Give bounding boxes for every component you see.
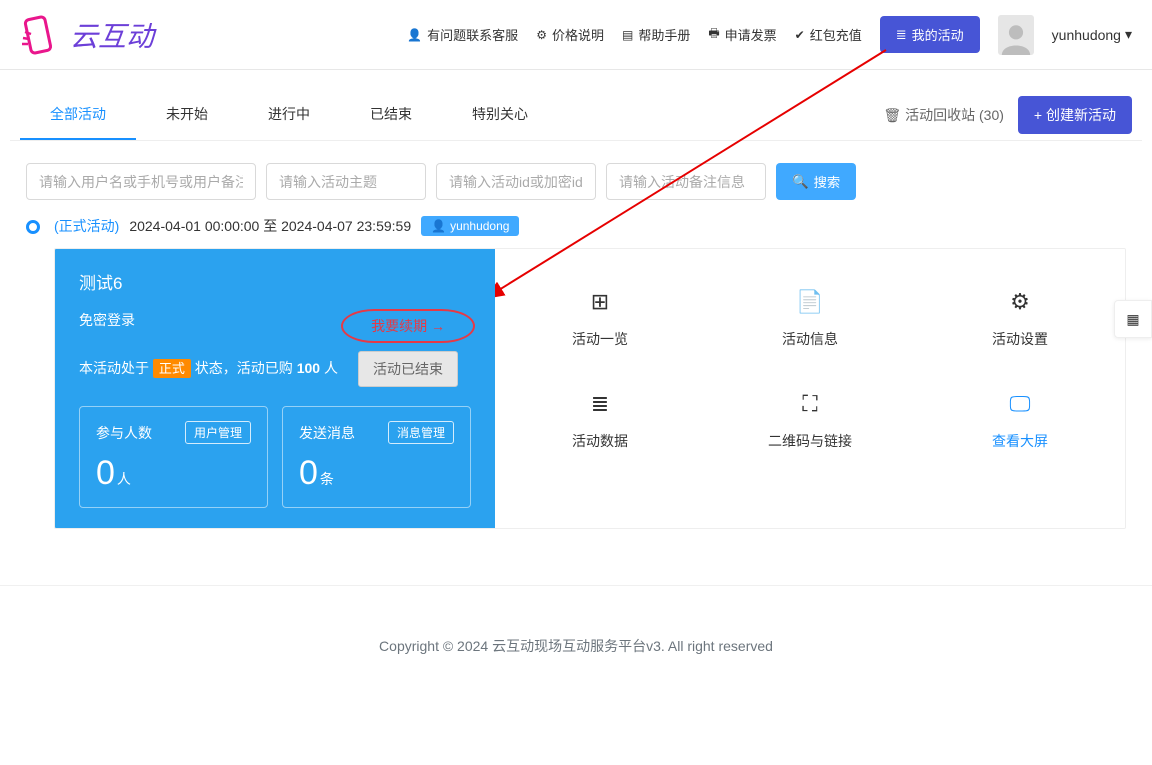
- timeline-dot-icon: [26, 220, 40, 234]
- search-button[interactable]: 🔍搜索: [776, 163, 856, 200]
- user-icon: 👤: [431, 219, 446, 233]
- action-qrcode[interactable]: ⛶二维码与链接: [750, 393, 870, 451]
- caret-down-icon: ▾: [1125, 26, 1132, 43]
- nav-invoice[interactable]: 🖶申请发票: [708, 24, 776, 45]
- app-header: 云互动 👤有问题联系客服 ⚙价格说明 ▤帮助手册 🖶申请发票 ✔红包充值 ≣我的…: [0, 0, 1152, 70]
- search-icon: 🔍: [792, 174, 809, 190]
- activity-owner-chip[interactable]: 👤yunhudong: [421, 216, 519, 236]
- shield-icon: ✔: [795, 28, 805, 42]
- book-icon: ▤: [622, 28, 633, 42]
- database-icon: ≣: [591, 393, 609, 415]
- monitor-icon: 🖵: [1009, 393, 1030, 415]
- tab-all[interactable]: 全部活动: [20, 90, 136, 140]
- activity-title: 测试6: [79, 269, 471, 294]
- activity-summary-panel: 测试6 免密登录 我要续期 活动已结束 本活动处于 正式 状态，活动已购 100…: [55, 249, 495, 528]
- grid-icon: ⊞: [591, 291, 609, 313]
- activity-ended-button: 活动已结束: [358, 351, 458, 387]
- stat-messages: 发送消息 消息管理 0条: [282, 406, 471, 508]
- tab-ongoing[interactable]: 进行中: [238, 90, 340, 140]
- action-info[interactable]: 📄活动信息: [750, 291, 870, 349]
- tab-ended[interactable]: 已结束: [340, 90, 442, 140]
- activity-item: (正式活动) 2024-04-01 00:00:00 至 2024-04-07 …: [10, 216, 1142, 529]
- activity-actions-panel: ⊞活动一览 📄活动信息 ⚙活动设置 ≣活动数据 ⛶二维码与链接 🖵查看大屏: [495, 249, 1125, 528]
- logo-icon: [20, 14, 62, 56]
- header-nav: 👤有问题联系客服 ⚙价格说明 ▤帮助手册 🖶申请发票 ✔红包充值 ≣我的活动 y…: [407, 15, 1132, 55]
- avatar-icon: [999, 21, 1033, 55]
- file-icon: 📄: [796, 291, 823, 313]
- avatar[interactable]: [998, 15, 1034, 55]
- search-id-input[interactable]: [436, 163, 596, 200]
- qrcode-icon: ⛶: [802, 393, 817, 415]
- tab-not-started[interactable]: 未开始: [136, 90, 238, 140]
- recycle-bin-link[interactable]: 🗑活动回收站 (30): [883, 105, 1004, 125]
- action-screen[interactable]: 🖵查看大屏: [960, 393, 1080, 451]
- main-content: 全部活动 未开始 进行中 已结束 特别关心 🗑活动回收站 (30) + 创建新活…: [0, 70, 1152, 549]
- list-icon: ≣: [896, 27, 907, 43]
- tab-row: 全部活动 未开始 进行中 已结束 特别关心 🗑活动回收站 (30) + 创建新活…: [10, 90, 1142, 141]
- action-data[interactable]: ≣活动数据: [540, 393, 660, 451]
- stat-value: 0: [299, 454, 318, 492]
- renew-link[interactable]: 我要续期: [341, 309, 475, 343]
- nav-redpack[interactable]: ✔红包充值: [795, 25, 862, 44]
- tab-special[interactable]: 特别关心: [442, 90, 558, 140]
- logo[interactable]: 云互动: [20, 14, 154, 56]
- action-settings[interactable]: ⚙活动设置: [960, 291, 1080, 349]
- status-badge: 正式: [153, 359, 191, 378]
- widget-icon: ▦: [1126, 311, 1139, 328]
- activity-header: (正式活动) 2024-04-01 00:00:00 至 2024-04-07 …: [54, 216, 1126, 236]
- stat-label: 发送消息: [299, 423, 355, 443]
- footer-text: Copyright © 2024 云互动现场互动服务平台v3. All righ…: [0, 585, 1152, 736]
- message-manage-button[interactable]: 消息管理: [388, 421, 454, 444]
- print-icon: 🖶: [708, 24, 719, 45]
- stat-value: 0: [96, 454, 115, 492]
- side-widget-button[interactable]: ▦: [1114, 300, 1152, 338]
- activity-card: 测试6 免密登录 我要续期 活动已结束 本活动处于 正式 状态，活动已购 100…: [54, 248, 1126, 529]
- create-activity-button[interactable]: + 创建新活动: [1018, 96, 1132, 134]
- activity-time: 2024-04-01 00:00:00 至 2024-04-07 23:59:5…: [129, 216, 411, 236]
- nav-help[interactable]: ▤帮助手册: [622, 25, 690, 44]
- gear-icon: ⚙: [536, 28, 547, 42]
- tabs: 全部活动 未开始 进行中 已结束 特别关心: [20, 90, 558, 140]
- search-theme-input[interactable]: [266, 163, 426, 200]
- search-row: 🔍搜索: [10, 141, 1142, 216]
- my-activity-button[interactable]: ≣我的活动: [880, 16, 980, 53]
- gear-icon: ⚙: [1010, 291, 1030, 313]
- stat-label: 参与人数: [96, 423, 152, 443]
- search-remark-input[interactable]: [606, 163, 766, 200]
- search-user-input[interactable]: [26, 163, 256, 200]
- user-dropdown[interactable]: yunhudong▾: [1052, 26, 1132, 43]
- user-manage-button[interactable]: 用户管理: [185, 421, 251, 444]
- support-icon: 👤: [407, 28, 422, 42]
- stat-participants: 参与人数 用户管理 0人: [79, 406, 268, 508]
- nav-pricing[interactable]: ⚙价格说明: [536, 25, 604, 44]
- logo-text: 云互动: [70, 15, 154, 55]
- nav-support[interactable]: 👤有问题联系客服: [407, 25, 518, 44]
- activity-type: (正式活动): [54, 216, 119, 236]
- action-overview[interactable]: ⊞活动一览: [540, 291, 660, 349]
- trash-icon: 🗑: [883, 107, 901, 124]
